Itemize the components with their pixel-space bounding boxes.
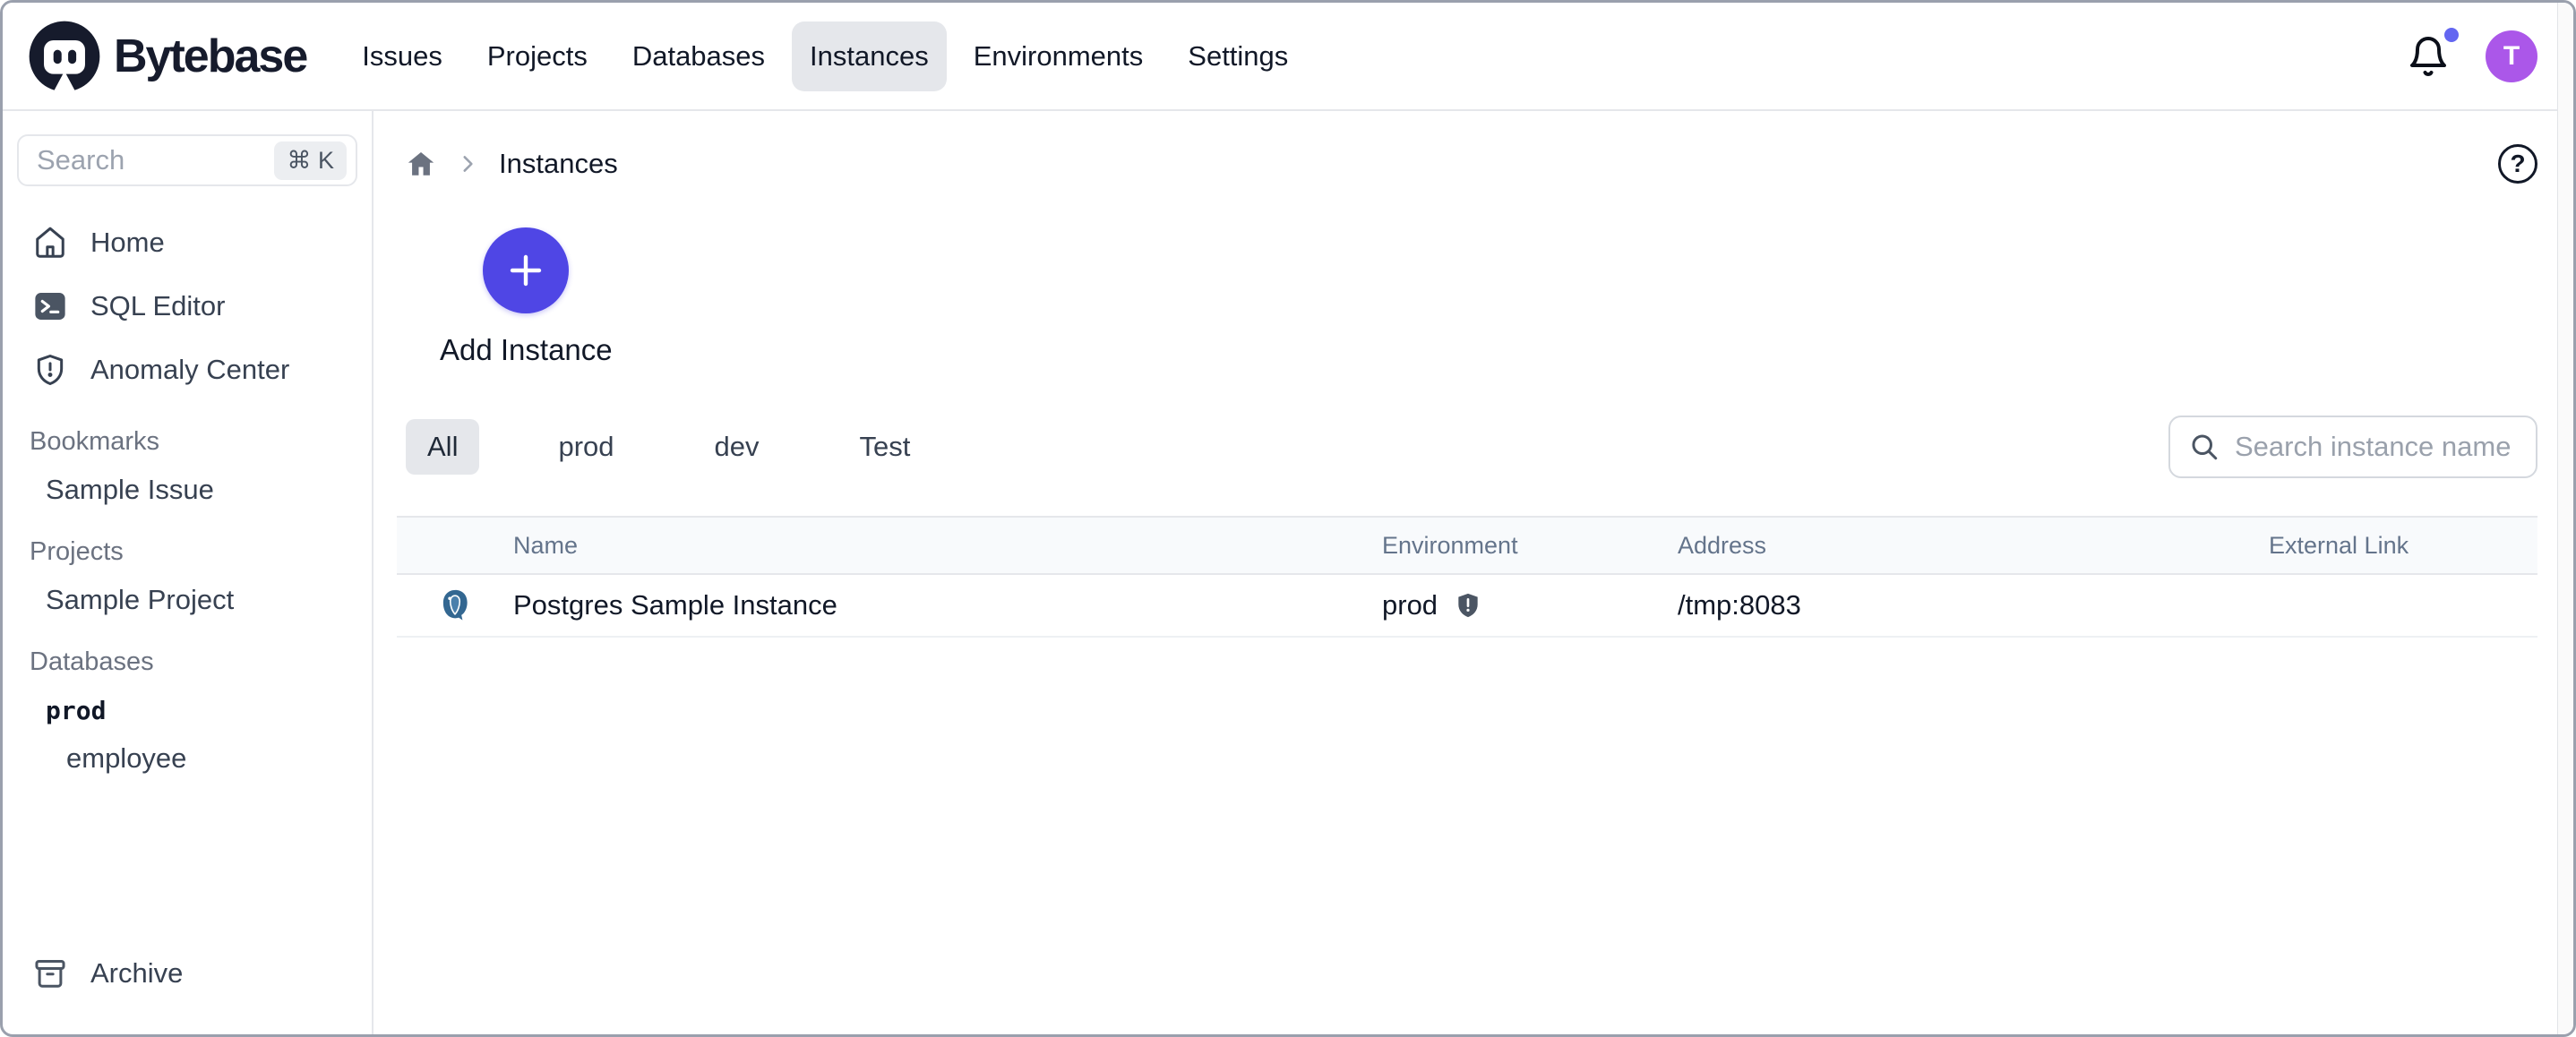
top-bar: Bytebase Issues Projects Databases Insta… — [3, 3, 2573, 111]
body: ⌘ K Home SQL Editor — [3, 111, 2573, 1034]
search-shortcut-badge: ⌘ K — [274, 141, 347, 180]
brand-name: Bytebase — [114, 30, 306, 83]
bookmark-sample-issue[interactable]: Sample Issue — [17, 466, 357, 514]
sidebar-search[interactable]: ⌘ K — [17, 134, 357, 186]
nav-environments[interactable]: Environments — [956, 21, 1162, 91]
shield-protected-icon — [1454, 591, 1482, 620]
sidebar: ⌘ K Home SQL Editor — [3, 111, 374, 1034]
shield-alert-icon — [33, 353, 67, 387]
breadcrumb: Instances — [406, 148, 618, 180]
sidebar-item-sql-editor[interactable]: SQL Editor — [17, 277, 357, 336]
bell-icon — [2407, 33, 2450, 80]
sidebar-search-input[interactable] — [37, 144, 274, 176]
home-icon — [33, 226, 67, 260]
col-external-link: External Link — [2269, 532, 2537, 560]
section-label-bookmarks: Bookmarks — [30, 427, 357, 457]
sidebar-item-label: Archive — [90, 957, 183, 990]
nav-settings[interactable]: Settings — [1170, 21, 1306, 91]
user-avatar[interactable]: T — [2486, 30, 2537, 82]
tab-test[interactable]: Test — [837, 419, 932, 475]
environment-cell: prod — [1382, 589, 1678, 621]
table-header: Name Environment Address External Link — [397, 516, 2537, 575]
sidebar-item-archive[interactable]: Archive — [17, 944, 357, 1003]
nav-instances[interactable]: Instances — [792, 21, 947, 91]
sidebar-footer: Archive — [17, 944, 357, 1007]
instance-search-input[interactable] — [2235, 431, 2518, 463]
nav-issues[interactable]: Issues — [344, 21, 460, 91]
notification-dot — [2444, 28, 2459, 42]
topbar-right: T — [2407, 30, 2537, 82]
nav-databases[interactable]: Databases — [614, 21, 783, 91]
add-instance-button[interactable]: Add Instance — [440, 227, 613, 367]
help-icon[interactable]: ? — [2498, 144, 2537, 184]
sidebar-item-label: Anomaly Center — [90, 354, 289, 386]
environment-value: prod — [1382, 589, 1438, 621]
address-cell: /tmp:8083 — [1678, 589, 2269, 621]
add-instance-circle[interactable] — [483, 227, 569, 313]
search-icon — [2188, 431, 2220, 463]
chevron-right-icon — [456, 152, 479, 176]
sidebar-nav: Home SQL Editor Anomal — [17, 213, 357, 404]
bytebase-mascot-icon — [28, 20, 101, 93]
instance-name[interactable]: Postgres Sample Instance — [513, 589, 1382, 621]
environment-tabs: All prod dev Test — [397, 419, 932, 475]
sidebar-item-label: SQL Editor — [90, 290, 225, 322]
instance-search[interactable] — [2168, 416, 2537, 478]
tab-dev[interactable]: dev — [693, 419, 781, 475]
section-label-databases: Databases — [30, 647, 357, 677]
table-row[interactable]: Postgres Sample Instance prod /tmp:8083 — [397, 575, 2537, 638]
breadcrumb-home-icon[interactable] — [406, 149, 436, 179]
sidebar-item-label: Home — [90, 227, 165, 259]
add-instance-label: Add Instance — [440, 333, 613, 367]
tab-prod[interactable]: prod — [537, 419, 635, 475]
col-environment: Environment — [1382, 532, 1678, 560]
filter-row: All prod dev Test — [397, 416, 2537, 478]
tab-all[interactable]: All — [406, 419, 479, 475]
terminal-icon — [33, 289, 67, 323]
breadcrumb-current: Instances — [499, 148, 618, 180]
archive-icon — [33, 956, 67, 990]
app-window: Bytebase Issues Projects Databases Insta… — [0, 0, 2576, 1037]
database-employee[interactable]: employee — [17, 734, 357, 783]
sidebar-item-anomaly-center[interactable]: Anomaly Center — [17, 340, 357, 399]
database-env-prod[interactable]: prod — [17, 686, 357, 734]
scrollbar[interactable] — [2557, 3, 2573, 1034]
plus-icon — [504, 249, 547, 292]
sidebar-item-home[interactable]: Home — [17, 213, 357, 272]
main-nav: Issues Projects Databases Instances Envi… — [344, 21, 1306, 91]
postgresql-icon — [436, 587, 474, 624]
instance-table: Name Environment Address External Link P… — [397, 516, 2537, 638]
col-address: Address — [1678, 532, 2269, 560]
bytebase-logo[interactable]: Bytebase — [28, 20, 306, 93]
main-content: Instances ? Add Instance All prod dev — [374, 111, 2573, 1034]
section-label-projects: Projects — [30, 537, 357, 567]
notifications-button[interactable] — [2407, 33, 2450, 80]
project-sample-project[interactable]: Sample Project — [17, 576, 357, 624]
col-name: Name — [513, 532, 1382, 560]
nav-projects[interactable]: Projects — [469, 21, 605, 91]
breadcrumb-row: Instances ? — [397, 111, 2537, 217]
engine-cell — [397, 587, 513, 624]
